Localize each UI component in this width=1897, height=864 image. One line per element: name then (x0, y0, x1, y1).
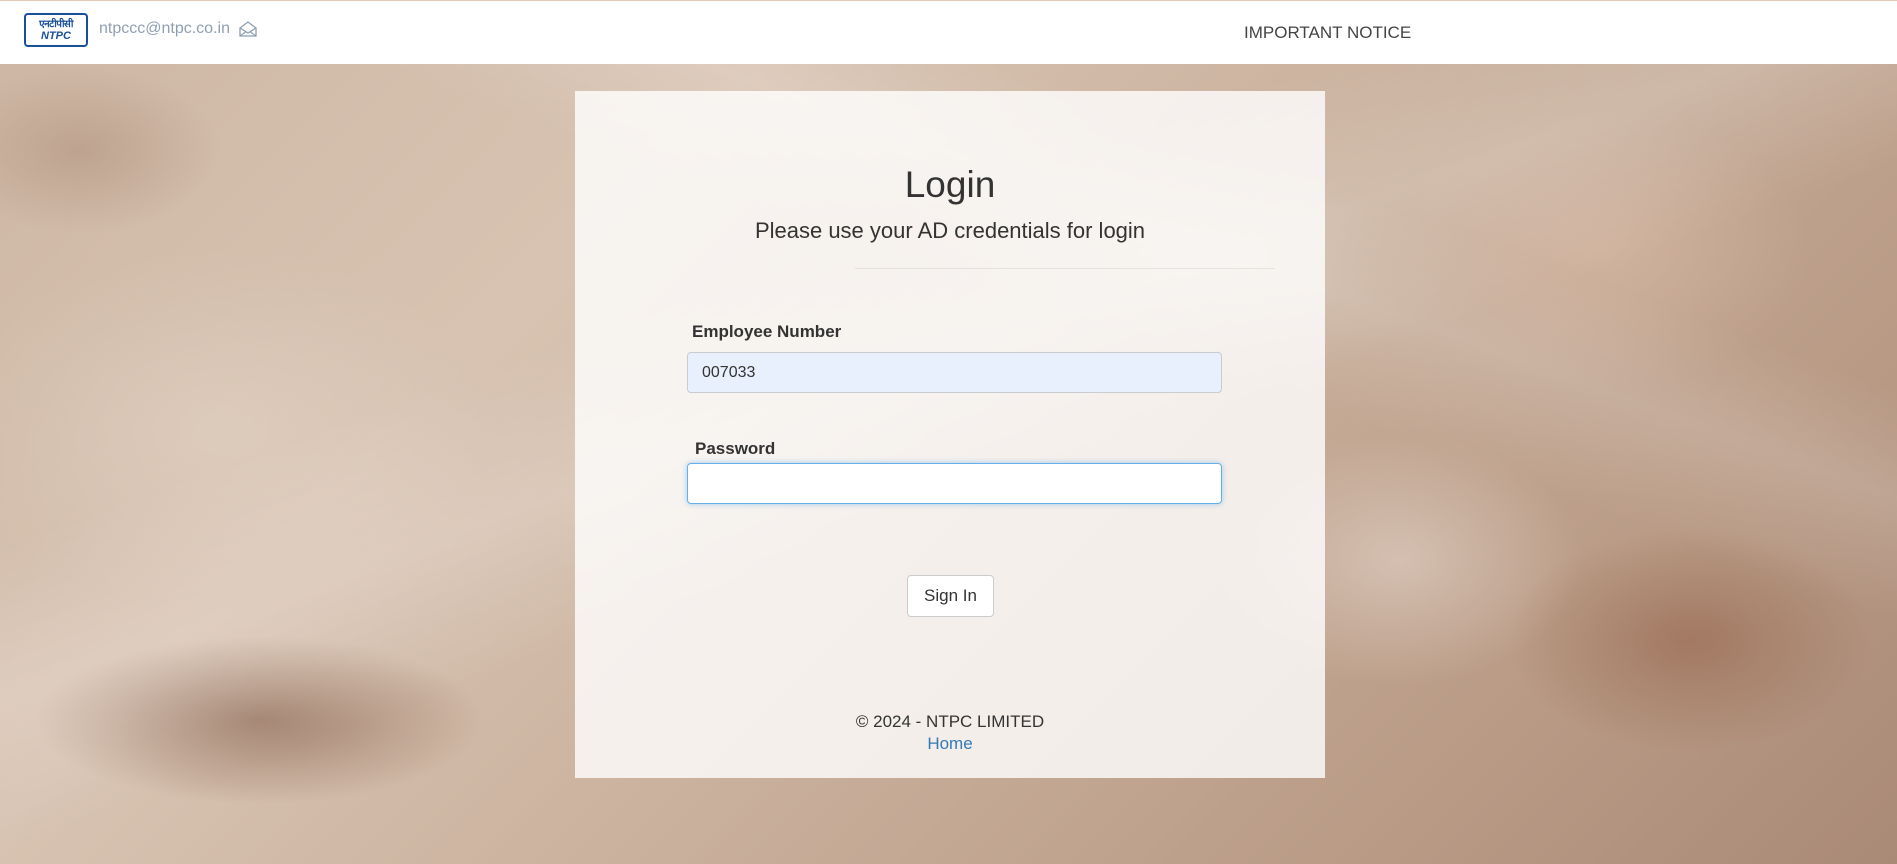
logo-text-english: NTPC (41, 29, 71, 42)
employee-number-label: Employee Number (692, 322, 842, 341)
copyright-text: © 2024 - NTPC LIMITED (855, 712, 1045, 731)
home-link[interactable]: Home (927, 734, 972, 753)
password-input[interactable] (687, 463, 1222, 504)
ntpc-logo[interactable]: एनटीपीसी NTPC (24, 13, 88, 47)
footer: © 2024 - NTPC LIMITED Home (575, 711, 1325, 755)
important-notice-link[interactable]: IMPORTANT NOTICE (1244, 23, 1411, 43)
employee-number-input[interactable] (687, 352, 1222, 393)
login-panel: Login Please use your AD credentials for… (575, 91, 1325, 778)
contact-email: ntpccc@ntpc.co.in (99, 20, 257, 38)
contact-email-text: ntpccc@ntpc.co.in (99, 20, 230, 37)
logo-text-hindi: एनटीपीसी (39, 18, 73, 30)
divider (855, 268, 1275, 269)
sign-in-button[interactable]: Sign In (907, 575, 994, 617)
login-subtitle: Please use your AD credentials for login (754, 218, 1146, 243)
page-title: Login (904, 164, 996, 205)
password-label: Password (695, 439, 776, 458)
envelope-open-icon (239, 21, 257, 37)
top-bar: एनटीपीसी NTPC ntpccc@ntpc.co.in IMPORTAN… (0, 0, 1897, 64)
